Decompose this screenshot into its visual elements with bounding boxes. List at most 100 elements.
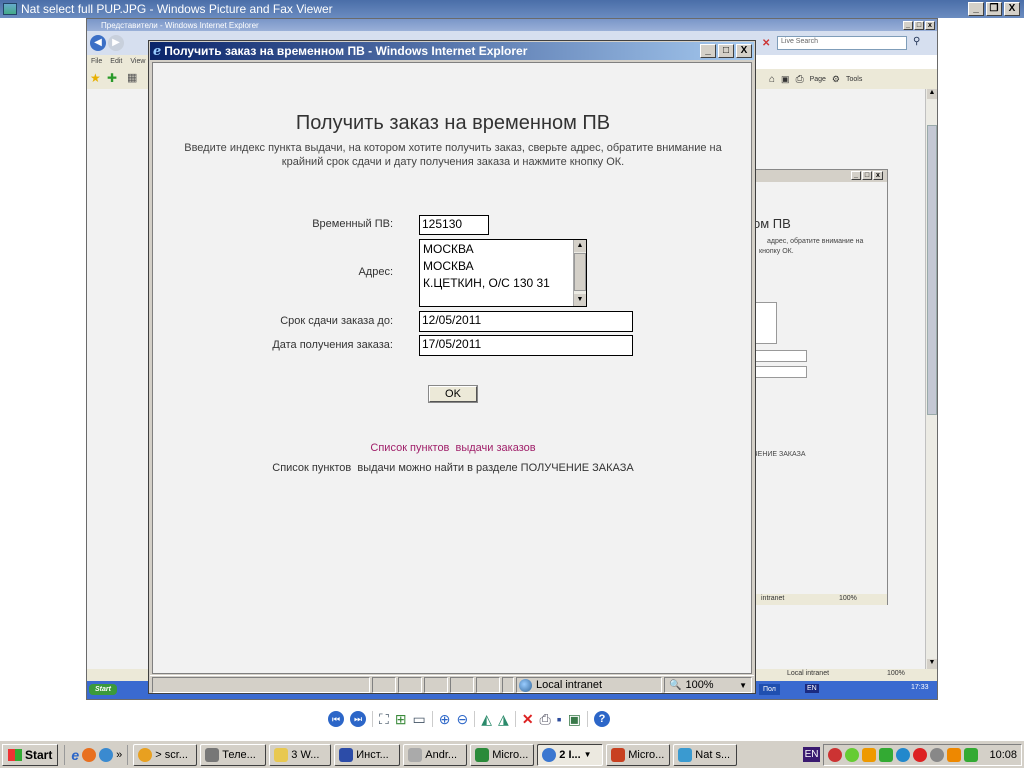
receive-label: Дата получения заказа:: [272, 339, 393, 351]
taskbar-item-active[interactable]: 2 I... ▼: [537, 743, 604, 766]
tray-icon[interactable]: [845, 747, 860, 762]
task-icon: [678, 747, 693, 762]
deadline-label: Срок сдачи заказа до:: [280, 315, 393, 327]
actual-size-icon[interactable]: ⊞: [395, 711, 407, 728]
ie-mid-field-2: [753, 366, 807, 378]
tools-gear-icon[interactable]: ⚙: [832, 74, 840, 85]
taskbar-item[interactable]: Micro...: [606, 743, 671, 766]
receive-input[interactable]: 17/05/2011: [419, 335, 633, 356]
popup-minimize-button[interactable]: _: [700, 44, 716, 58]
search-input[interactable]: Live Search: [777, 36, 907, 50]
popup-close-button[interactable]: X: [736, 44, 752, 58]
search-icon[interactable]: ⚲: [913, 36, 920, 47]
ie-back-title: Представители - Windows Internet Explore…: [101, 20, 259, 30]
best-fit-icon[interactable]: ⛶: [379, 711, 389, 728]
print-icon[interactable]: ⎙: [540, 711, 551, 728]
previous-image-icon[interactable]: ⏮: [328, 711, 344, 727]
stop-icon[interactable]: ✕: [762, 38, 770, 49]
task-icon: [611, 747, 626, 762]
tray-icon[interactable]: [828, 747, 843, 762]
feeds-icon[interactable]: ▣: [781, 74, 790, 85]
ie-back-menu-row: File Edit View: [87, 55, 151, 69]
taskbar-item[interactable]: Nat s...: [673, 743, 738, 766]
ie-back-max[interactable]: □: [914, 20, 924, 30]
save-icon[interactable]: ▪: [557, 711, 562, 727]
edit-image-icon[interactable]: ▣: [568, 711, 581, 728]
ie-back-scrollbar[interactable]: ▲ ▼: [925, 89, 937, 669]
tray-icon[interactable]: [913, 747, 928, 762]
ie-back-zoom[interactable]: 100%: [887, 670, 905, 677]
zoom-in-icon[interactable]: ⊕: [439, 711, 451, 728]
popup-zoom[interactable]: 🔍 100% ▼: [664, 677, 752, 693]
menu-edit[interactable]: Edit: [110, 58, 122, 66]
tools-menu[interactable]: Tools: [846, 76, 862, 83]
taskbar-item[interactable]: Micro...: [470, 743, 535, 766]
pickup-points-link[interactable]: Список пунктов выдачи заказов: [153, 442, 753, 454]
quicklaunch-more-icon[interactable]: »: [116, 749, 122, 761]
ie-mid-text-1: адрес, обратите внимание на: [767, 238, 864, 245]
favorites-star-icon[interactable]: ★: [90, 71, 101, 85]
inner-task-item[interactable]: Пол: [759, 684, 780, 695]
forward-arrow-icon[interactable]: ▶: [108, 35, 124, 51]
tray-icon[interactable]: [862, 747, 877, 762]
popup-intro-2: крайний срок сдачи и дату получения зака…: [281, 156, 625, 168]
quicklaunch-firefox-icon[interactable]: [82, 747, 97, 762]
next-image-icon[interactable]: ⏭: [350, 711, 366, 727]
zoom-out-icon[interactable]: ⊖: [457, 711, 469, 728]
taskbar-item[interactable]: Теле...: [200, 743, 267, 766]
quicklaunch-app-icon[interactable]: [99, 747, 114, 762]
popup-maximize-button[interactable]: □: [718, 44, 734, 58]
tray-icon[interactable]: [879, 747, 894, 762]
viewer-restore-button[interactable]: ❐: [986, 2, 1002, 16]
tray-icon[interactable]: [930, 747, 945, 762]
ie-back-close[interactable]: x: [925, 20, 935, 30]
ie-back-zone: Local intranet: [787, 670, 830, 677]
ie-mid-close[interactable]: x: [873, 171, 883, 180]
back-arrow-icon[interactable]: ◀: [90, 35, 106, 51]
rotate-counterclockwise-icon[interactable]: ◮: [498, 711, 509, 728]
ie-back-min[interactable]: _: [903, 20, 913, 30]
deadline-input[interactable]: 12/05/2011: [419, 311, 633, 332]
home-icon[interactable]: ⌂: [769, 74, 775, 85]
ie-mid-zoom[interactable]: 100%: [839, 595, 857, 602]
delete-icon[interactable]: ✕: [522, 711, 534, 728]
tray-icon[interactable]: [947, 747, 962, 762]
tray-icon[interactable]: [896, 747, 911, 762]
language-indicator[interactable]: EN: [802, 747, 821, 762]
task-icon: [542, 747, 557, 762]
help-icon[interactable]: ?: [593, 711, 610, 727]
taskbar-item[interactable]: Инст...: [334, 743, 401, 766]
quicklaunch-ie-icon[interactable]: e: [71, 747, 79, 763]
tray-icon[interactable]: [964, 747, 979, 762]
viewer-app-icon: [3, 3, 17, 15]
taskbar-item[interactable]: > scr...: [133, 743, 198, 766]
menu-file[interactable]: File: [91, 58, 102, 66]
clock[interactable]: 10:08: [989, 749, 1017, 761]
start-button[interactable]: Start: [2, 743, 59, 766]
zoom-icon: 🔍: [669, 679, 682, 691]
address-scrollbar[interactable]: ▲ ▼: [573, 240, 586, 306]
zoom-dropdown-icon[interactable]: ▼: [739, 681, 747, 690]
address-line: К.ЦЕТКИН, О/С 130 31: [423, 276, 550, 290]
address-textarea[interactable]: МОСКВА МОСКВА К.ЦЕТКИН, О/С 130 31 ▲ ▼: [419, 239, 587, 307]
popup-title-bar: e Получить заказ на временном ПВ - Windo…: [150, 42, 754, 60]
ie-mid-min[interactable]: _: [851, 171, 861, 180]
popup-content: Получить заказ на временном ПВ Введите и…: [152, 62, 752, 674]
ok-button[interactable]: OK: [428, 385, 478, 403]
inner-start-button[interactable]: Start: [89, 684, 117, 695]
ie-mid-status-bar: intranet 100%: [753, 594, 887, 605]
slideshow-icon[interactable]: ▭: [413, 711, 426, 728]
page-menu[interactable]: Page: [810, 76, 826, 83]
print-icon[interactable]: ⎙: [796, 74, 804, 85]
viewer-close-button[interactable]: X: [1004, 2, 1020, 16]
menu-view[interactable]: View: [130, 58, 145, 66]
taskbar-item[interactable]: 3 W...: [269, 743, 332, 766]
ie-mid-max[interactable]: □: [862, 171, 872, 180]
taskbar-item[interactable]: Andr...: [403, 743, 468, 766]
rotate-clockwise-icon[interactable]: ◭: [481, 711, 492, 728]
add-favorites-icon[interactable]: ✚: [107, 71, 117, 85]
tabs-grid-icon[interactable]: ▦: [127, 71, 137, 84]
task-icon: [339, 747, 354, 762]
pv-input[interactable]: 125130: [419, 215, 489, 235]
viewer-minimize-button[interactable]: _: [968, 2, 984, 16]
